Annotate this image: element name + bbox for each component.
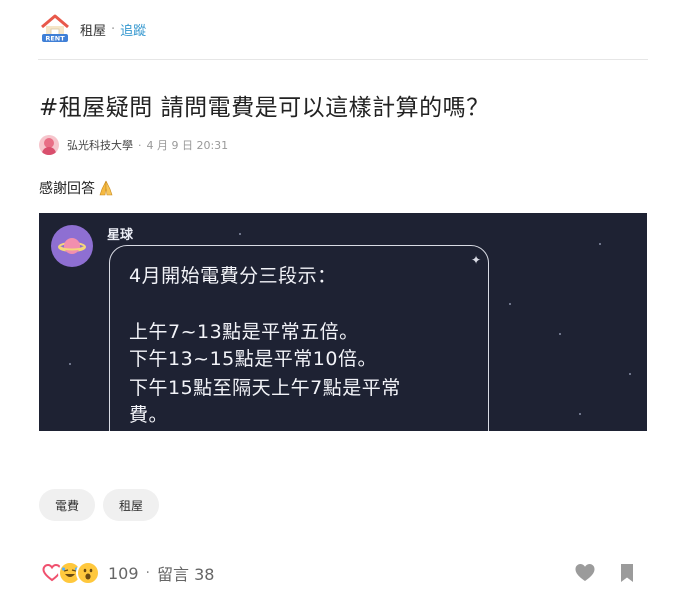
rent-house-icon[interactable]: RENT [38, 12, 72, 46]
like-heart-icon[interactable] [574, 562, 596, 584]
svg-text:RENT: RENT [45, 35, 65, 43]
post-date: 4 月 9 日 20:31 [146, 139, 229, 152]
comments-count[interactable]: 留言 38 [157, 561, 214, 585]
school-name[interactable]: 弘光科技大學 [67, 137, 133, 153]
planet-avatar-icon [51, 225, 93, 267]
bubble-line: 下午13~15點是平常10倍。 [129, 348, 377, 370]
header-divider [38, 59, 648, 60]
folded-hands-icon [97, 179, 115, 197]
reaction-count[interactable]: 109 [108, 564, 139, 583]
wow-emoji-icon [76, 561, 100, 585]
bubble-line: 4月開始電費分三段示： [129, 265, 337, 287]
bubble-line: 費。 [129, 404, 169, 426]
post-meta: 弘光科技大學 · 4 月 9 日 20:31 [39, 135, 228, 155]
avatar[interactable] [39, 135, 59, 155]
post-body-text: 感謝回答 [39, 181, 95, 197]
bubble-line: 下午15點至隔天上午7點是平常 [129, 377, 401, 399]
post-image[interactable]: 星球 ✦ 4月開始電費分三段示： 上午7~13點是平常五倍。 下午13~15點是… [39, 213, 647, 431]
follow-button[interactable]: 追蹤 [120, 20, 146, 39]
reaction-bar[interactable]: 109 · 留言 38 [40, 560, 214, 586]
post-title: #租屋疑問 請問電費是可以這樣計算的嗎？ [39, 95, 490, 121]
sparkle-icon: ✦ [471, 253, 482, 267]
tag-electricity[interactable]: 電費 [39, 489, 96, 521]
separator-dot: · [145, 565, 150, 581]
post-actions [574, 560, 638, 586]
post-body: 感謝回答 [39, 178, 115, 198]
bookmark-icon[interactable] [616, 562, 638, 584]
bubble-line: 上午7~13點是平常五倍。 [129, 321, 359, 343]
separator-dot: · [138, 138, 142, 152]
tag-rent[interactable]: 租屋 [103, 489, 160, 521]
separator-dot: · [111, 21, 116, 37]
board-header: RENT 租屋 · 追蹤 [38, 12, 146, 46]
tag-list: 電費 租屋 [39, 489, 160, 521]
board-name[interactable]: 租屋 [80, 20, 106, 39]
image-username: 星球 [107, 228, 134, 243]
